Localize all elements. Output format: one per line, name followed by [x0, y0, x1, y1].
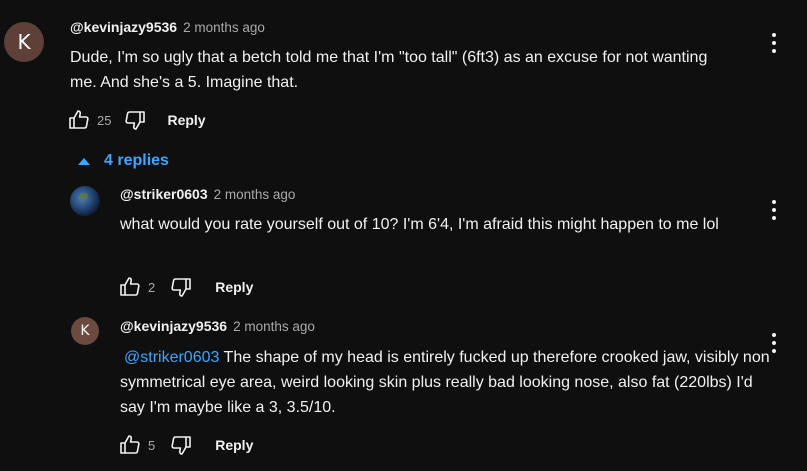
like-icon[interactable]: [118, 433, 142, 457]
reply-button[interactable]: Reply: [215, 437, 253, 453]
dislike-icon[interactable]: [169, 275, 193, 299]
reply-author[interactable]: @kevinjazy9536: [120, 318, 227, 334]
reply-text: @striker0603 The shape of my head is ent…: [120, 345, 780, 420]
more-actions-icon[interactable]: [770, 33, 778, 53]
comment-actions: 25 Reply: [67, 108, 206, 132]
replies-count-label: 4 replies: [104, 152, 169, 169]
reply-author[interactable]: @striker0603: [120, 186, 208, 202]
comment-time[interactable]: 2 months ago: [183, 20, 265, 35]
comment-author[interactable]: @kevinjazy9536: [70, 19, 177, 35]
like-icon[interactable]: [67, 108, 91, 132]
avatar[interactable]: K: [71, 317, 99, 345]
avatar[interactable]: [70, 186, 100, 216]
reply-time[interactable]: 2 months ago: [214, 187, 296, 202]
more-actions-icon[interactable]: [770, 200, 778, 220]
like-count: 25: [97, 112, 112, 128]
reply-button[interactable]: Reply: [215, 279, 253, 295]
avatar[interactable]: K: [4, 22, 44, 62]
reply-actions: 2 Reply: [118, 275, 253, 299]
comment-text: Dude, I'm so ugly that a betch told me t…: [70, 49, 708, 91]
reply-text: what would you rate yourself out of 10? …: [120, 216, 719, 233]
dislike-icon[interactable]: [123, 108, 147, 132]
comment-header: @kevinjazy9536 2 months ago: [70, 19, 265, 35]
more-actions-icon[interactable]: [770, 333, 778, 353]
reply-button[interactable]: Reply: [167, 112, 205, 128]
replies-toggle-button[interactable]: 4 replies: [78, 152, 169, 170]
reply-actions: 5 Reply: [118, 433, 253, 457]
like-count: 2: [148, 279, 156, 295]
avatar-letter: K: [17, 30, 31, 54]
avatar-letter: K: [80, 323, 90, 339]
reply-header: @striker0603 2 months ago: [120, 186, 295, 202]
dislike-icon[interactable]: [169, 433, 193, 457]
like-icon[interactable]: [118, 275, 142, 299]
reply-time[interactable]: 2 months ago: [233, 319, 315, 334]
mention-link[interactable]: @striker0603: [124, 349, 219, 366]
reply-header: @kevinjazy9536 2 months ago: [120, 318, 315, 334]
like-count: 5: [148, 437, 156, 453]
caret-up-icon: [78, 157, 90, 165]
